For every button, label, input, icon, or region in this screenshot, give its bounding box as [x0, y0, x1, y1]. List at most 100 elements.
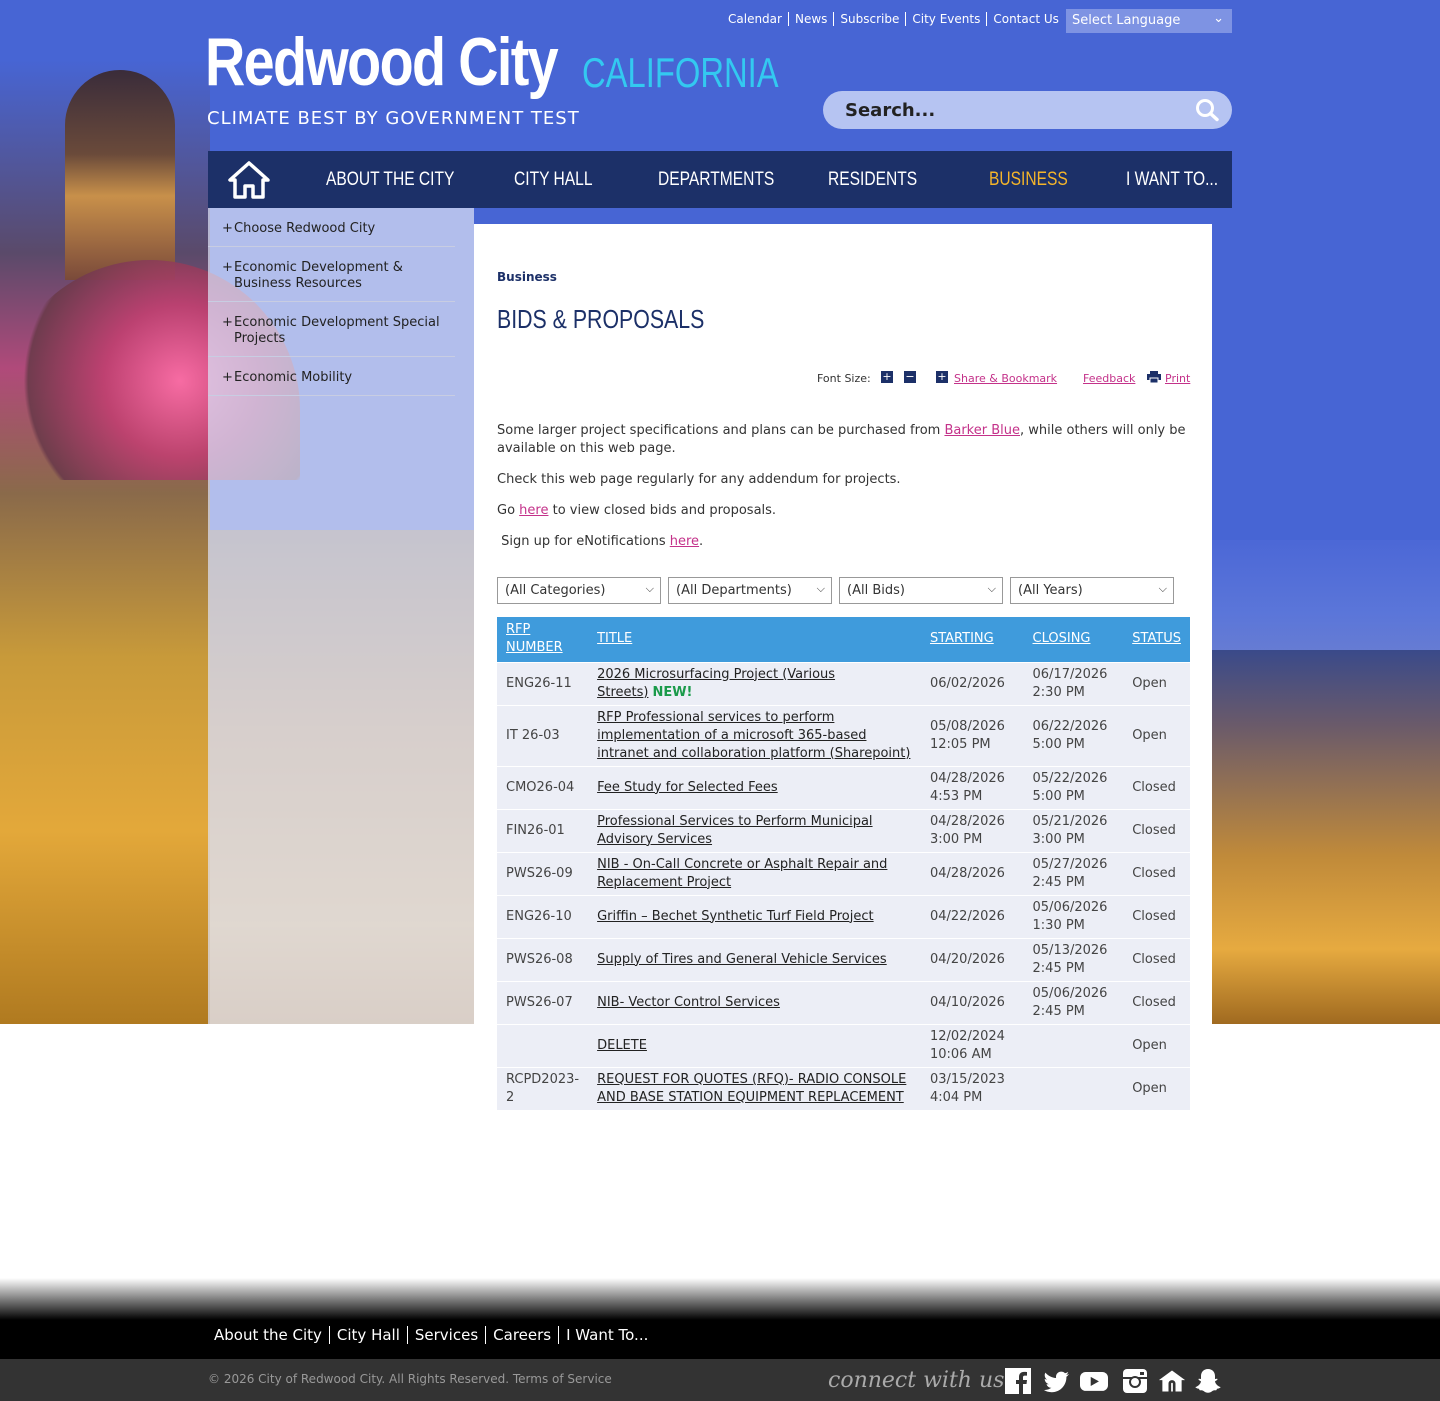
bid-title-link[interactable]: Supply of Tires and General Vehicle Serv… [597, 952, 887, 967]
util-link-city-events[interactable]: City Events [905, 12, 986, 26]
bid-status: Closed [1123, 765, 1190, 809]
plus-icon: + [222, 260, 233, 275]
column-header-closing[interactable]: CLOSING [1023, 617, 1124, 662]
column-header-title[interactable]: TITLE [588, 617, 921, 662]
column-header-status[interactable]: STATUS [1123, 617, 1190, 662]
tower-image [65, 70, 175, 280]
util-link-subscribe[interactable]: Subscribe [833, 12, 905, 26]
bids-table: RFP NUMBER TITLE STARTING CLOSING STATUS… [497, 617, 1190, 1110]
bid-title-link[interactable]: Professional Services to Perform Municip… [597, 814, 872, 847]
print-link[interactable]: Print [1165, 372, 1190, 385]
bid-title-cell: Professional Services to Perform Municip… [588, 808, 921, 852]
bid-title-link[interactable]: Griffin – Bechet Synthetic Turf Field Pr… [597, 909, 874, 924]
breadcrumb[interactable]: Business [497, 270, 557, 284]
search-input[interactable] [845, 97, 1165, 123]
year-select[interactable]: (All Years) ⌵ [1010, 577, 1174, 604]
chevron-down-icon: ⌵ [1158, 582, 1167, 595]
copyright: © 2026 City of Redwood City. All Rights … [208, 1372, 612, 1386]
bid-status: Open [1123, 1066, 1190, 1110]
nav-about-the-city[interactable]: ABOUT THE CITY [326, 151, 454, 208]
nav-departments[interactable]: DEPARTMENTS [658, 151, 774, 208]
footer-link-i-want-to[interactable]: I Want To... [558, 1326, 655, 1344]
closing-date [1023, 1066, 1124, 1110]
font-size-label: Font Size: [817, 372, 871, 385]
sidebar-item-special-projects[interactable]: + Economic Development Special Projects [208, 302, 455, 357]
bid-title-link[interactable]: Fee Study for Selected Fees [597, 780, 778, 795]
font-decrease-icon[interactable]: − [904, 371, 916, 383]
share-icon[interactable]: + [936, 371, 948, 383]
connect-with-us: connect with us [828, 1368, 1005, 1393]
facebook-icon[interactable] [1004, 1367, 1032, 1395]
closing-date: 05/06/2026 2:45 PM [1023, 980, 1124, 1024]
sidebar-item-economic-development[interactable]: + Economic Development & Business Resour… [208, 247, 455, 302]
enotifications-link[interactable]: here [670, 534, 699, 549]
closing-date: 05/06/2026 1:30 PM [1023, 894, 1124, 938]
bid-title-link[interactable]: REQUEST FOR QUOTES (RFQ)- RADIO CONSOLE … [597, 1072, 906, 1105]
closing-date: 06/17/2026 2:30 PM [1023, 661, 1124, 705]
chevron-down-icon: ⌵ [816, 582, 825, 595]
bid-title-link[interactable]: NIB - On-Call Concrete or Asphalt Repair… [597, 857, 887, 890]
new-badge: NEW! [652, 684, 693, 700]
table-row: ENG26-10 Griffin – Bechet Synthetic Turf… [497, 894, 1190, 938]
nav-business[interactable]: BUSINESS [989, 151, 1068, 208]
font-increase-icon[interactable]: + [881, 371, 893, 383]
bid-title-link[interactable]: NIB- Vector Control Services [597, 995, 780, 1010]
footer-link-careers[interactable]: Careers [485, 1326, 558, 1344]
footer-link-about-the-city[interactable]: About the City [208, 1326, 329, 1344]
nav-city-hall[interactable]: CITY HALL [514, 151, 593, 208]
bid-status: Open [1123, 661, 1190, 705]
language-select[interactable]: Select Language ⌄ [1066, 9, 1232, 33]
util-link-news[interactable]: News [787, 12, 833, 26]
table-row: PWS26-08 Supply of Tires and General Veh… [497, 937, 1190, 981]
column-header-rfp-number[interactable]: RFP NUMBER [497, 617, 589, 662]
footer-link-services[interactable]: Services [406, 1326, 485, 1344]
sidebar-item-label: Economic Mobility [234, 370, 353, 385]
bid-title-link[interactable]: 2026 Microsurfacing Project (Various Str… [597, 667, 835, 700]
footer-link-city-hall[interactable]: City Hall [328, 1326, 407, 1344]
nav-residents[interactable]: RESIDENTS [828, 151, 917, 208]
search-icon[interactable] [1194, 98, 1220, 122]
chevron-down-icon: ⌵ [987, 582, 996, 595]
bid-title-cell: NIB- Vector Control Services [588, 980, 921, 1024]
bid-status: Open [1123, 704, 1190, 766]
site-logo-title[interactable]: Redwood City [205, 22, 559, 102]
barker-blue-link[interactable]: Barker Blue [944, 423, 1020, 438]
sidebar: + Choose Redwood City + Economic Develop… [208, 208, 455, 396]
closed-bids-link[interactable]: here [519, 503, 548, 518]
table-row: DELETE 12/02/2024 10:06 AM Open [497, 1023, 1190, 1067]
bid-status: Open [1123, 1023, 1190, 1067]
instagram-icon[interactable] [1121, 1367, 1149, 1395]
column-header-starting[interactable]: STARTING [920, 617, 1024, 662]
rfp-number: FIN26-01 [497, 808, 589, 852]
sidebar-item-choose-redwood-city[interactable]: + Choose Redwood City [208, 208, 455, 247]
sidebar-item-economic-mobility[interactable]: + Economic Mobility [208, 357, 455, 396]
utility-links: Calendar News Subscribe City Events Cont… [722, 12, 1065, 26]
courthouse-image [1212, 650, 1440, 1024]
bid-title-cell: 2026 Microsurfacing Project (Various Str… [588, 661, 921, 705]
share-bookmark-link[interactable]: Share & Bookmark [954, 372, 1057, 385]
plus-icon: + [222, 315, 233, 330]
feedback-link[interactable]: Feedback [1083, 372, 1135, 385]
youtube-icon[interactable] [1080, 1367, 1108, 1395]
bid-status: Closed [1123, 980, 1190, 1024]
rfp-number: PWS26-08 [497, 937, 589, 981]
nav-i-want-to[interactable]: I WANT TO... [1126, 151, 1218, 208]
starting-date: 04/28/2026 4:53 PM [920, 765, 1024, 809]
bid-title-link[interactable]: DELETE [597, 1038, 647, 1053]
util-link-calendar[interactable]: Calendar [722, 12, 788, 26]
nextdoor-icon[interactable] [1158, 1367, 1186, 1395]
print-icon[interactable] [1147, 371, 1161, 383]
util-link-contact-us[interactable]: Contact Us [986, 12, 1065, 26]
category-select[interactable]: (All Categories) ⌵ [497, 577, 661, 604]
starting-date: 12/02/2024 10:06 AM [920, 1023, 1024, 1067]
page-tools: Font Size: + − + Share & Bookmark Feedba… [817, 371, 1197, 388]
home-icon[interactable] [228, 160, 270, 200]
twitter-icon[interactable] [1043, 1367, 1071, 1395]
bids-select[interactable]: (All Bids) ⌵ [839, 577, 1003, 604]
snapchat-icon[interactable] [1194, 1367, 1222, 1395]
page-title: BIDS & PROPOSALS [497, 304, 705, 334]
bid-title-link[interactable]: RFP Professional services to perform imp… [597, 710, 910, 761]
department-select[interactable]: (All Departments) ⌵ [668, 577, 832, 604]
bid-title-cell: NIB - On-Call Concrete or Asphalt Repair… [588, 851, 921, 895]
starting-date: 04/28/2026 [920, 851, 1024, 895]
